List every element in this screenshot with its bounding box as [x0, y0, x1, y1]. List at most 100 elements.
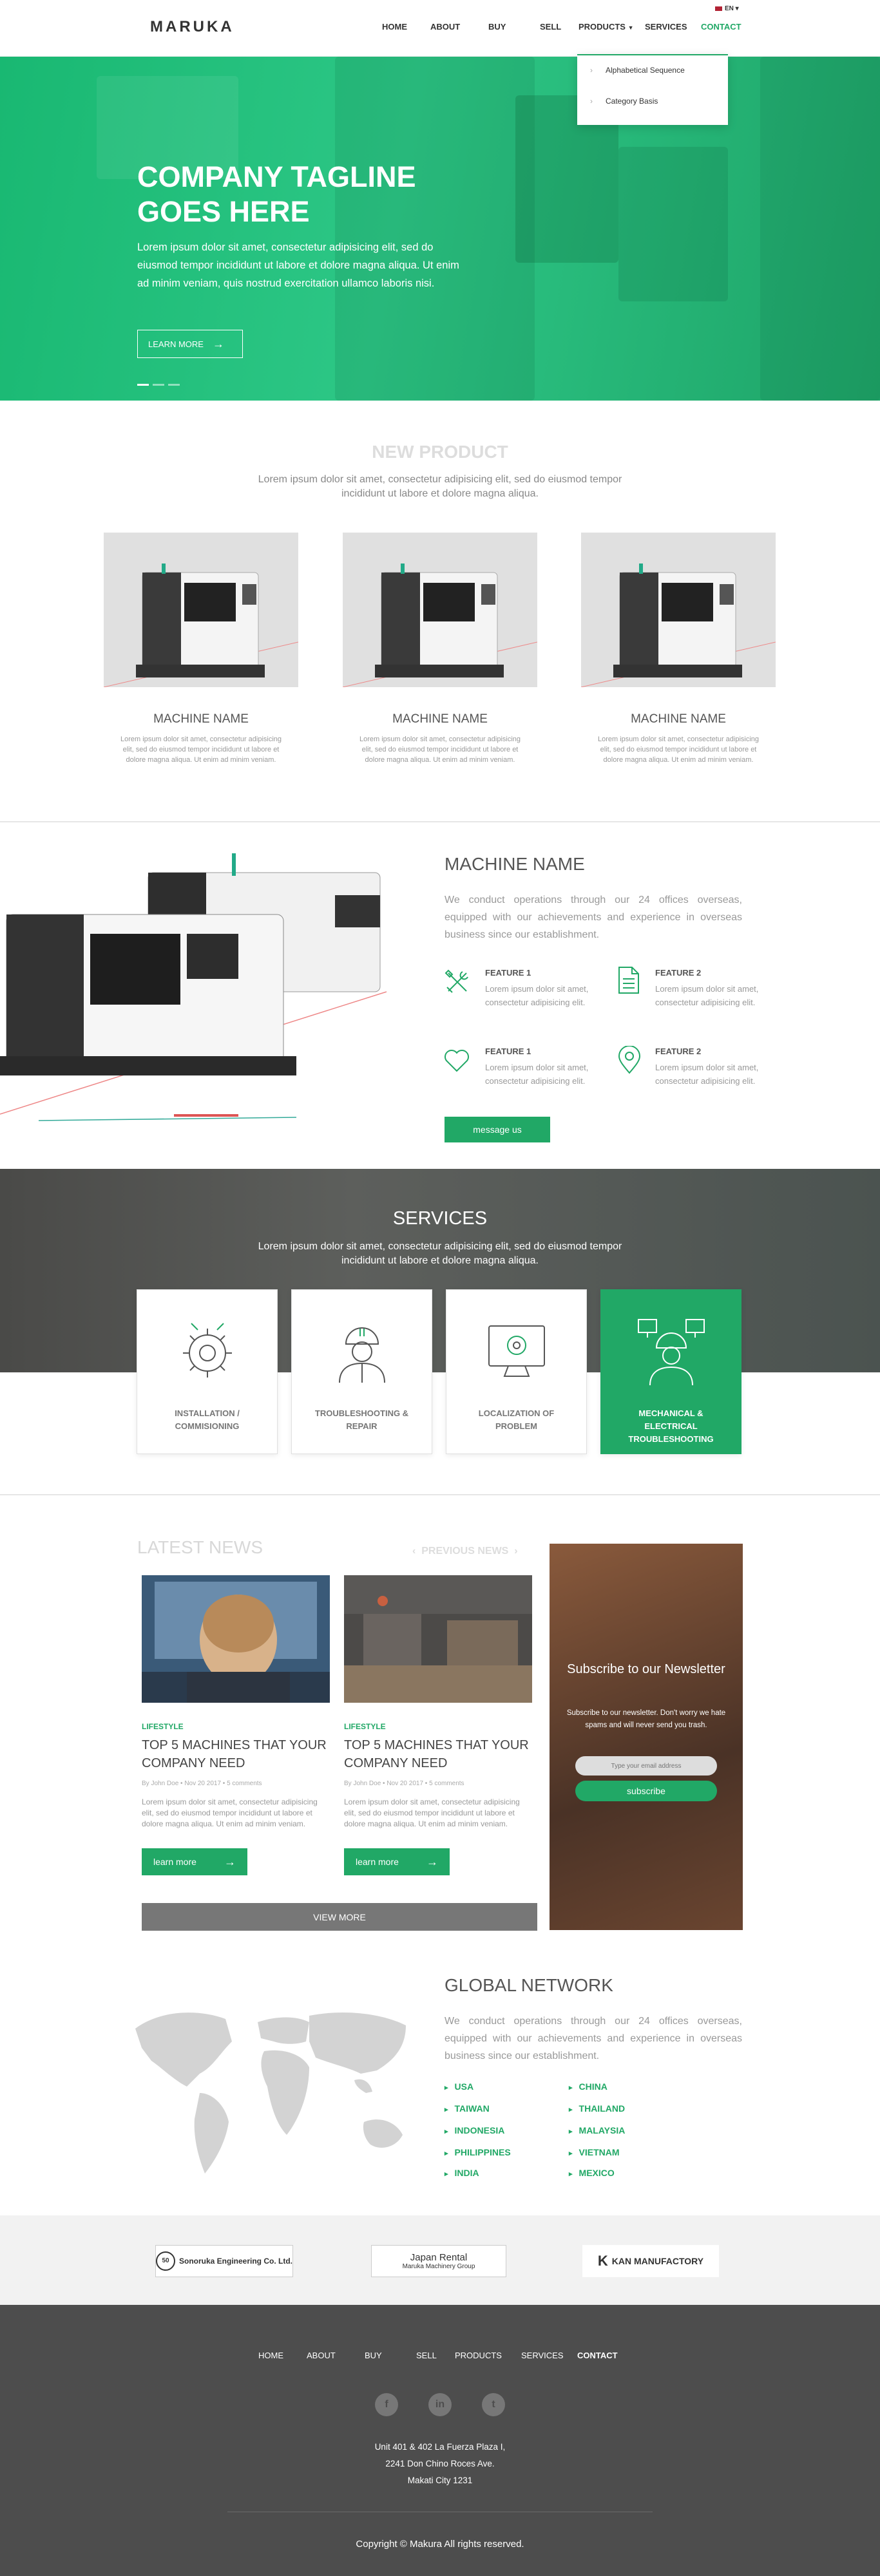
engineer-screens-icon	[636, 1316, 707, 1390]
products-dropdown: Alphabetical Sequence Category Basis	[577, 54, 728, 125]
country-link[interactable]: MEXICO	[569, 2168, 615, 2178]
site-footer	[0, 2305, 880, 2576]
country-link[interactable]: MALAYSIA	[569, 2125, 626, 2136]
location-pin-icon	[617, 1045, 642, 1077]
country-link[interactable]: VIETNAM	[569, 2147, 620, 2157]
new-product-title: NEW PRODUCT	[372, 442, 508, 462]
address-line: Makati City 1231	[407, 2476, 473, 2485]
chevron-left-icon: ‹	[412, 1546, 416, 1557]
address-line: 2241 Don Chino Roces Ave.	[385, 2459, 495, 2468]
partner-name: Sonoruka Engineering Co. Ltd.	[179, 2257, 293, 2266]
partner-logo-sonoruka[interactable]: 50 Sonoruka Engineering Co. Ltd.	[155, 2245, 293, 2277]
partner-logo-japan-rental[interactable]: Japan Rental Maruka Machinery Group	[371, 2245, 506, 2277]
service-card-active[interactable]: MECHANICAL & ELECTRICAL TROUBLESHOOTING	[600, 1289, 741, 1454]
partner-name: KAN MANUFACTORY	[611, 2256, 704, 2266]
hero-title: COMPANY TAGLINE GOES HERE	[137, 160, 416, 228]
country-link[interactable]: PHILIPPINES	[445, 2147, 511, 2157]
services-title: SERVICES	[392, 1208, 488, 1229]
global-network-text: We conduct operations through our 24 off…	[445, 2016, 742, 2061]
learn-more-button[interactable]: learn more →	[142, 1848, 247, 1875]
news-title[interactable]: TOP 5 MACHINES THAT YOUR COMPANY NEED	[142, 1736, 330, 1772]
news-image[interactable]	[344, 1575, 532, 1703]
footer-nav-sell[interactable]: SELL	[416, 2351, 437, 2360]
service-card[interactable]: LOCALIZATION OF PROBLEM	[446, 1289, 587, 1454]
services-background	[0, 1169, 880, 1372]
nav-about[interactable]: ABOUT	[430, 22, 460, 32]
product-name[interactable]: MACHINE NAME	[581, 712, 776, 726]
partner-logo-kan[interactable]: K KAN MANUFACTORY	[582, 2245, 719, 2277]
news-image[interactable]	[142, 1575, 330, 1703]
nav-products-label: PRODUCTS	[579, 22, 626, 32]
footer-nav-home[interactable]: HOME	[258, 2351, 283, 2360]
learn-more-button[interactable]: learn more →	[344, 1848, 450, 1875]
previous-news-label: PREVIOUS NEWS	[421, 1546, 509, 1557]
country-link[interactable]: CHINA	[569, 2081, 607, 2092]
hero-background-wall	[760, 57, 880, 401]
services-subtitle: Lorem ipsum dolor sit amet, consectetur …	[258, 1241, 622, 1266]
service-label: MECHANICAL & ELECTRICAL TROUBLESHOOTING	[628, 1408, 714, 1444]
previous-news-link[interactable]: ‹ PREVIOUS NEWS ›	[412, 1546, 518, 1557]
engineer-icon	[327, 1316, 397, 1390]
twitter-icon[interactable]: t	[482, 2393, 505, 2416]
nav-services[interactable]: SERVICES	[645, 22, 687, 32]
message-us-button[interactable]: message us	[445, 1117, 550, 1142]
service-card[interactable]: TROUBLESHOOTING & REPAIR	[291, 1289, 432, 1454]
facebook-icon[interactable]: f	[375, 2393, 398, 2416]
machine-title: MACHINE NAME	[445, 854, 585, 874]
footer-nav-products[interactable]: PRODUCTS	[455, 2351, 502, 2360]
feature-desc: Lorem ipsum dolor sit amet, consectetur …	[655, 984, 759, 1007]
product-image[interactable]	[104, 533, 298, 687]
linkedin-icon[interactable]: in	[428, 2393, 452, 2416]
product-image[interactable]	[581, 533, 776, 687]
country-link[interactable]: THAILAND	[569, 2103, 626, 2114]
service-label: LOCALIZATION OF PROBLEM	[478, 1408, 555, 1431]
dropdown-item-alphabetical[interactable]: Alphabetical Sequence	[590, 66, 685, 75]
nav-home[interactable]: HOME	[382, 22, 407, 32]
slider-dot[interactable]	[168, 384, 180, 386]
partner-name: Japan Rental	[410, 2252, 468, 2263]
global-network-title: GLOBAL NETWORK	[445, 1975, 613, 1995]
nav-sell[interactable]: SELL	[540, 22, 561, 32]
section-divider	[0, 821, 880, 822]
sonoruka-logo-icon: 50	[156, 2251, 175, 2271]
country-link[interactable]: USA	[445, 2081, 474, 2092]
product-description: Lorem ipsum dolor sit amet, consectetur …	[120, 735, 282, 764]
footer-nav-contact[interactable]: CONTACT	[577, 2351, 618, 2360]
feature-desc: Lorem ipsum dolor sit amet, consectetur …	[485, 984, 589, 1007]
footer-nav-about[interactable]: ABOUT	[307, 2351, 336, 2360]
footer-nav-services[interactable]: SERVICES	[521, 2351, 564, 2360]
footer-nav-buy[interactable]: BUY	[365, 2351, 382, 2360]
slider-dot-active[interactable]	[137, 384, 149, 386]
service-card[interactable]: INSTALLATION / COMMISIONING	[137, 1289, 278, 1454]
news-category[interactable]: LIFESTYLE	[344, 1722, 386, 1731]
slider-dot[interactable]	[153, 384, 164, 386]
nav-contact[interactable]: CONTACT	[701, 22, 741, 32]
email-field[interactable]	[575, 1756, 717, 1776]
nav-products[interactable]: PRODUCTS ▼	[579, 22, 634, 32]
news-meta: By John Doe • Nov 20 2017 • 5 comments	[142, 1780, 262, 1787]
section-divider	[0, 1494, 880, 1495]
feature-title: FEATURE 2	[655, 968, 702, 978]
boy-at-screen-photo	[142, 1575, 330, 1703]
dropdown-item-category[interactable]: Category Basis	[590, 97, 658, 106]
new-product-subtitle: Lorem ipsum dolor sit amet, consectetur …	[258, 474, 622, 499]
news-category[interactable]: LIFESTYLE	[142, 1722, 184, 1731]
subscribe-button[interactable]: subscribe	[575, 1781, 717, 1801]
news-title[interactable]: TOP 5 MACHINES THAT YOUR COMPANY NEED	[344, 1736, 532, 1772]
us-flag-icon	[715, 6, 722, 11]
product-image[interactable]	[343, 533, 537, 687]
product-name[interactable]: MACHINE NAME	[104, 712, 298, 726]
newsletter-panel: Subscribe to our Newsletter Subscribe to…	[550, 1544, 743, 1930]
nav-buy[interactable]: BUY	[488, 22, 506, 32]
product-name[interactable]: MACHINE NAME	[343, 712, 537, 726]
language-selector[interactable]: EN ▾	[715, 5, 739, 12]
country-link[interactable]: INDONESIA	[445, 2125, 505, 2136]
country-link[interactable]: INDIA	[445, 2168, 479, 2178]
site-logo[interactable]: MARUKA	[150, 18, 234, 36]
partner-subtitle: Maruka Machinery Group	[402, 2263, 475, 2270]
learn-more-button[interactable]: LEARN MORE →	[137, 330, 243, 358]
view-more-button[interactable]: VIEW MORE	[142, 1903, 537, 1931]
tools-icon	[445, 969, 470, 998]
country-link[interactable]: TAIWAN	[445, 2103, 490, 2114]
latest-news-title: LATEST NEWS	[137, 1537, 263, 1557]
